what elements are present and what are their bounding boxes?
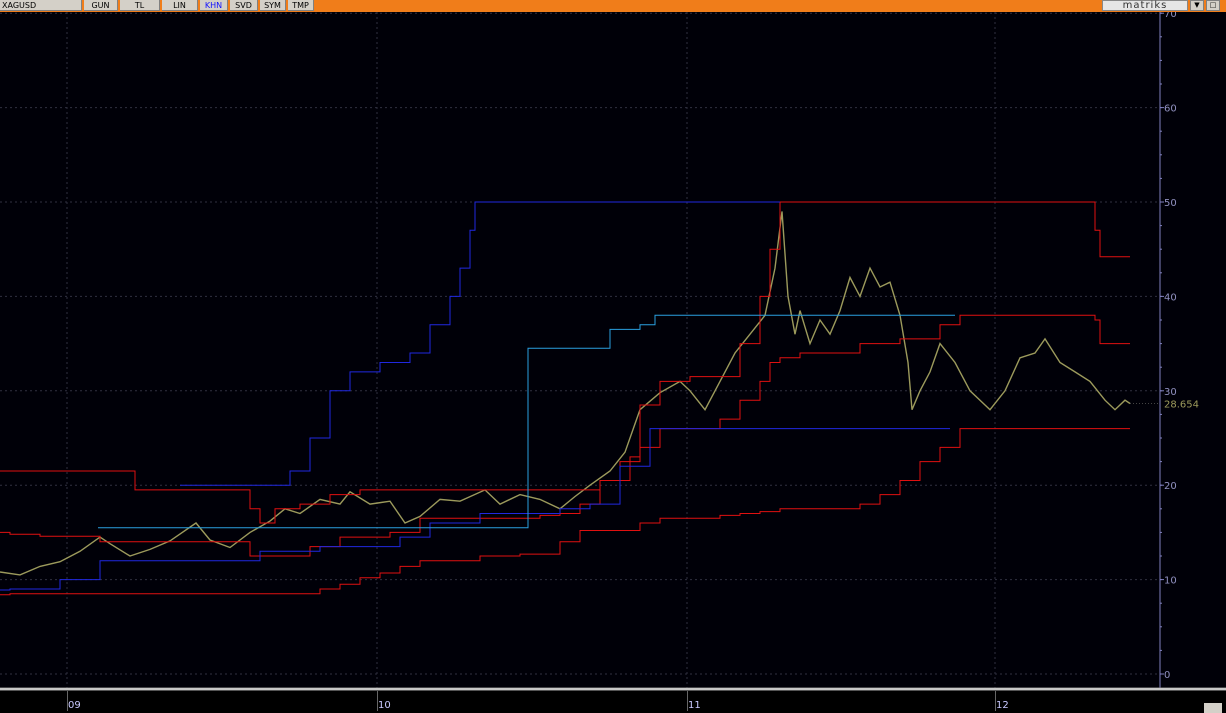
y-tick-label: 10 [1164, 576, 1177, 587]
x-tick-label: 12 [996, 700, 1009, 711]
tab-svd[interactable]: SVD [230, 0, 258, 11]
price-chart[interactable]: 0 10 20 30 40 50 60 70 28.654 [0, 12, 1226, 688]
tab-tl[interactable]: TL [120, 0, 160, 11]
tab-tmp[interactable]: TMP [288, 0, 314, 11]
brand-logo: matriks [1102, 0, 1188, 11]
tab-lin[interactable]: LIN [162, 0, 198, 11]
y-tick-label: 70 [1164, 12, 1177, 20]
x-axis-tick [995, 691, 996, 711]
tab-gun[interactable]: GUN [84, 0, 118, 11]
y-tick-label: 50 [1164, 198, 1177, 209]
x-axis-tick [687, 691, 688, 711]
corner-icon[interactable] [1204, 703, 1222, 713]
plot-background [0, 12, 1226, 688]
symbol-tab[interactable]: XAGUSD [0, 0, 82, 11]
dropdown-button[interactable]: ▼ [1190, 0, 1204, 11]
x-tick-label: 09 [68, 700, 81, 711]
tab-khn[interactable]: KHN [200, 0, 228, 11]
last-value-label: 28.654 [1164, 400, 1199, 411]
y-tick-label: 40 [1164, 292, 1177, 303]
tab-sym[interactable]: SYM [260, 0, 286, 11]
y-tick-label: 60 [1164, 104, 1177, 115]
x-axis-tick [67, 691, 68, 711]
x-axis-rule [0, 690, 1226, 691]
x-tick-label: 11 [688, 700, 701, 711]
restore-button[interactable]: □ [1206, 0, 1220, 11]
x-tick-label: 10 [378, 700, 391, 711]
y-tick-label: 30 [1164, 387, 1177, 398]
y-tick-label: 0 [1164, 670, 1170, 681]
x-axis-tick [377, 691, 378, 711]
y-tick-label: 20 [1164, 481, 1177, 492]
